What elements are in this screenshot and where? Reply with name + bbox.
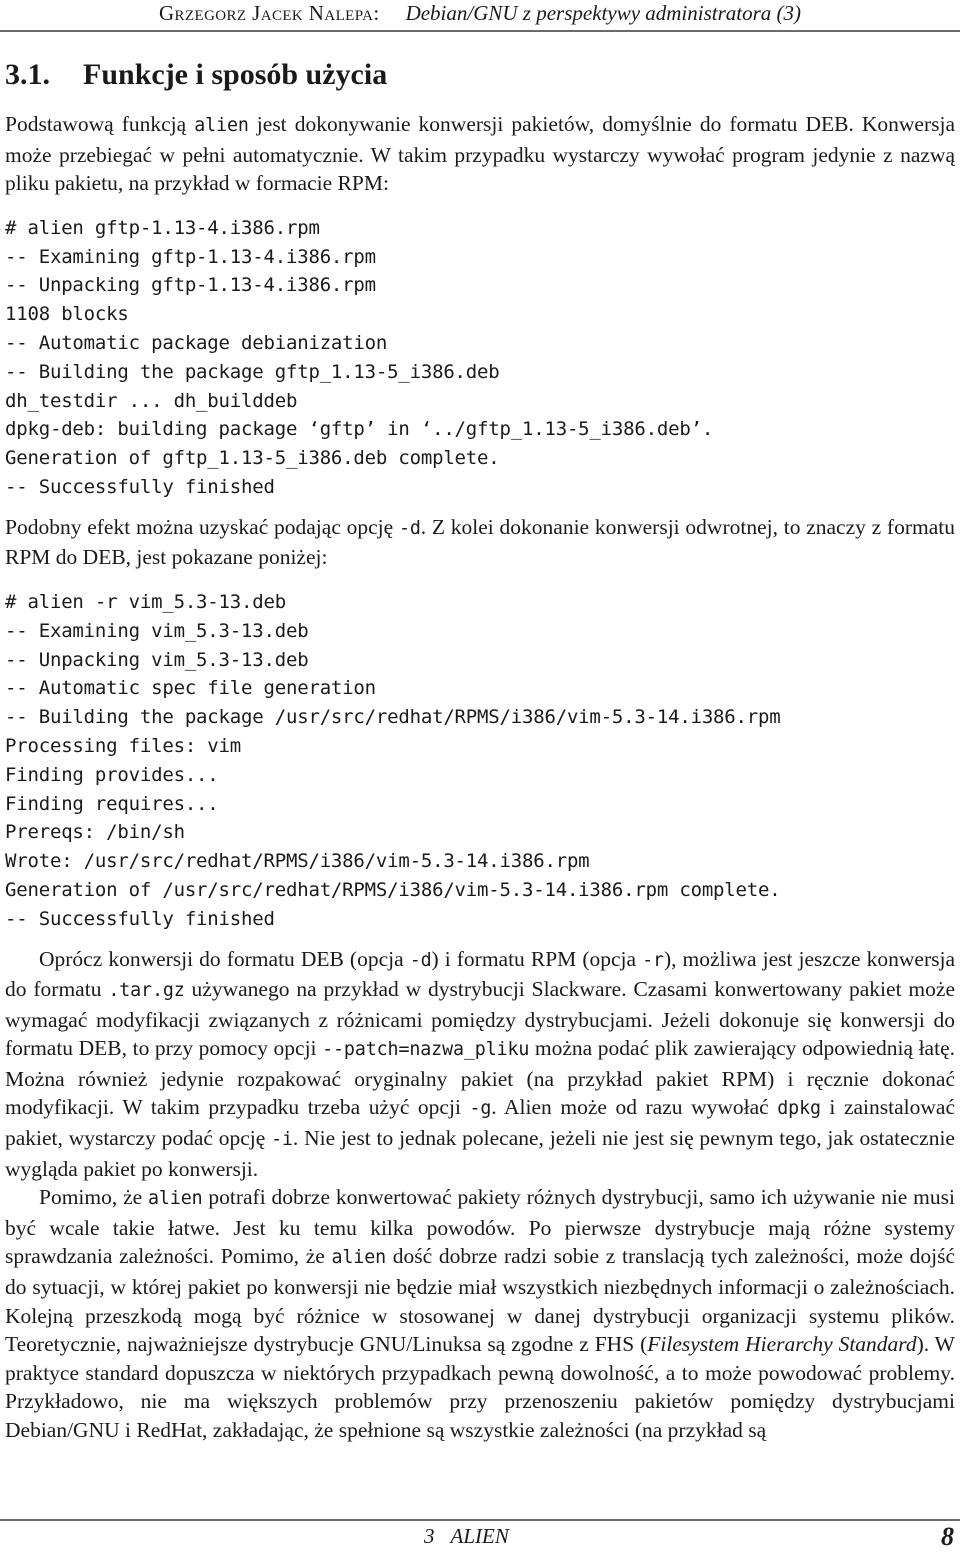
section-number: 3.1. (5, 58, 50, 91)
p3-text-a: Oprócz konwersji do formatu DEB (opcja (39, 946, 410, 971)
between-text-a: Podobny efekt można uzyskać podając opcj… (5, 514, 399, 539)
intro-text-a: Podstawową funkcją (5, 112, 195, 136)
paragraph-formats: Oprócz konwersji do formatu DEB (opcja -… (5, 945, 955, 1184)
footer-chapter: 3 ALIEN (424, 1524, 509, 1549)
page-number: 8 (941, 1522, 954, 1551)
inline-code-opt-r: -r (642, 949, 664, 971)
running-footer: 3 ALIEN 8 (0, 1522, 960, 1558)
footer-rule (0, 1519, 960, 1521)
italic-fhs-expansion: Filesystem Hierarchy Standard (647, 1332, 917, 1357)
inline-code-targz: .tar.gz (108, 980, 185, 1002)
inline-code-opt-d: -d (409, 949, 432, 971)
paragraph-limitations: Pomimo, że alien potrafi dobrze konwerto… (5, 1183, 955, 1444)
inline-code-alien: alien (194, 115, 249, 136)
section-title: Funkcje i sposób użycia (83, 58, 388, 91)
footer-chapter-number: 3 (424, 1524, 435, 1548)
inline-code-alien-3: alien (331, 1247, 387, 1269)
footer-chapter-name: ALIEN (450, 1524, 509, 1548)
inline-code-opt-i: -i (271, 1129, 293, 1151)
inline-code-patch-option: --patch=nazwa_pliku (322, 1039, 530, 1061)
p3-text-f: . Alien może od razu wywołać (491, 1095, 778, 1120)
running-header: Grzegorz Jacek Nalepa: Debian/GNU z pers… (0, 0, 960, 34)
p4-text-a: Pomimo, że (39, 1185, 148, 1210)
document-page: Grzegorz Jacek Nalepa: Debian/GNU z pers… (0, 0, 960, 1558)
inline-code-opt-g: -g (469, 1098, 492, 1120)
document-body: Podstawową funkcją alien jest dokonywani… (5, 110, 955, 1445)
inline-code-option-d: -d (398, 517, 421, 539)
header-author: Grzegorz Jacek Nalepa: (158, 1, 380, 25)
header-title: Debian/GNU z perspektywy administratora … (405, 1, 802, 25)
code-block-deb-to-rpm: # alien -r vim_5.3-13.deb -- Examining v… (5, 590, 781, 930)
paragraph-between: Podobny efekt można uzyskać podając opcj… (5, 513, 955, 572)
inline-code-dpkg: dpkg (777, 1098, 821, 1120)
paragraph-intro: Podstawową funkcją alien jest dokonywani… (5, 110, 955, 198)
code-block-rpm-to-deb: # alien gftp-1.13-4.i386.rpm -- Examinin… (5, 216, 714, 498)
section-heading: 3.1. Funkcje i sposób użycia (5, 58, 955, 91)
p3-text-b: ) i formatu RPM (opcja (431, 946, 643, 971)
header-rule (0, 30, 960, 32)
inline-code-alien-2: alien (148, 1188, 203, 1210)
